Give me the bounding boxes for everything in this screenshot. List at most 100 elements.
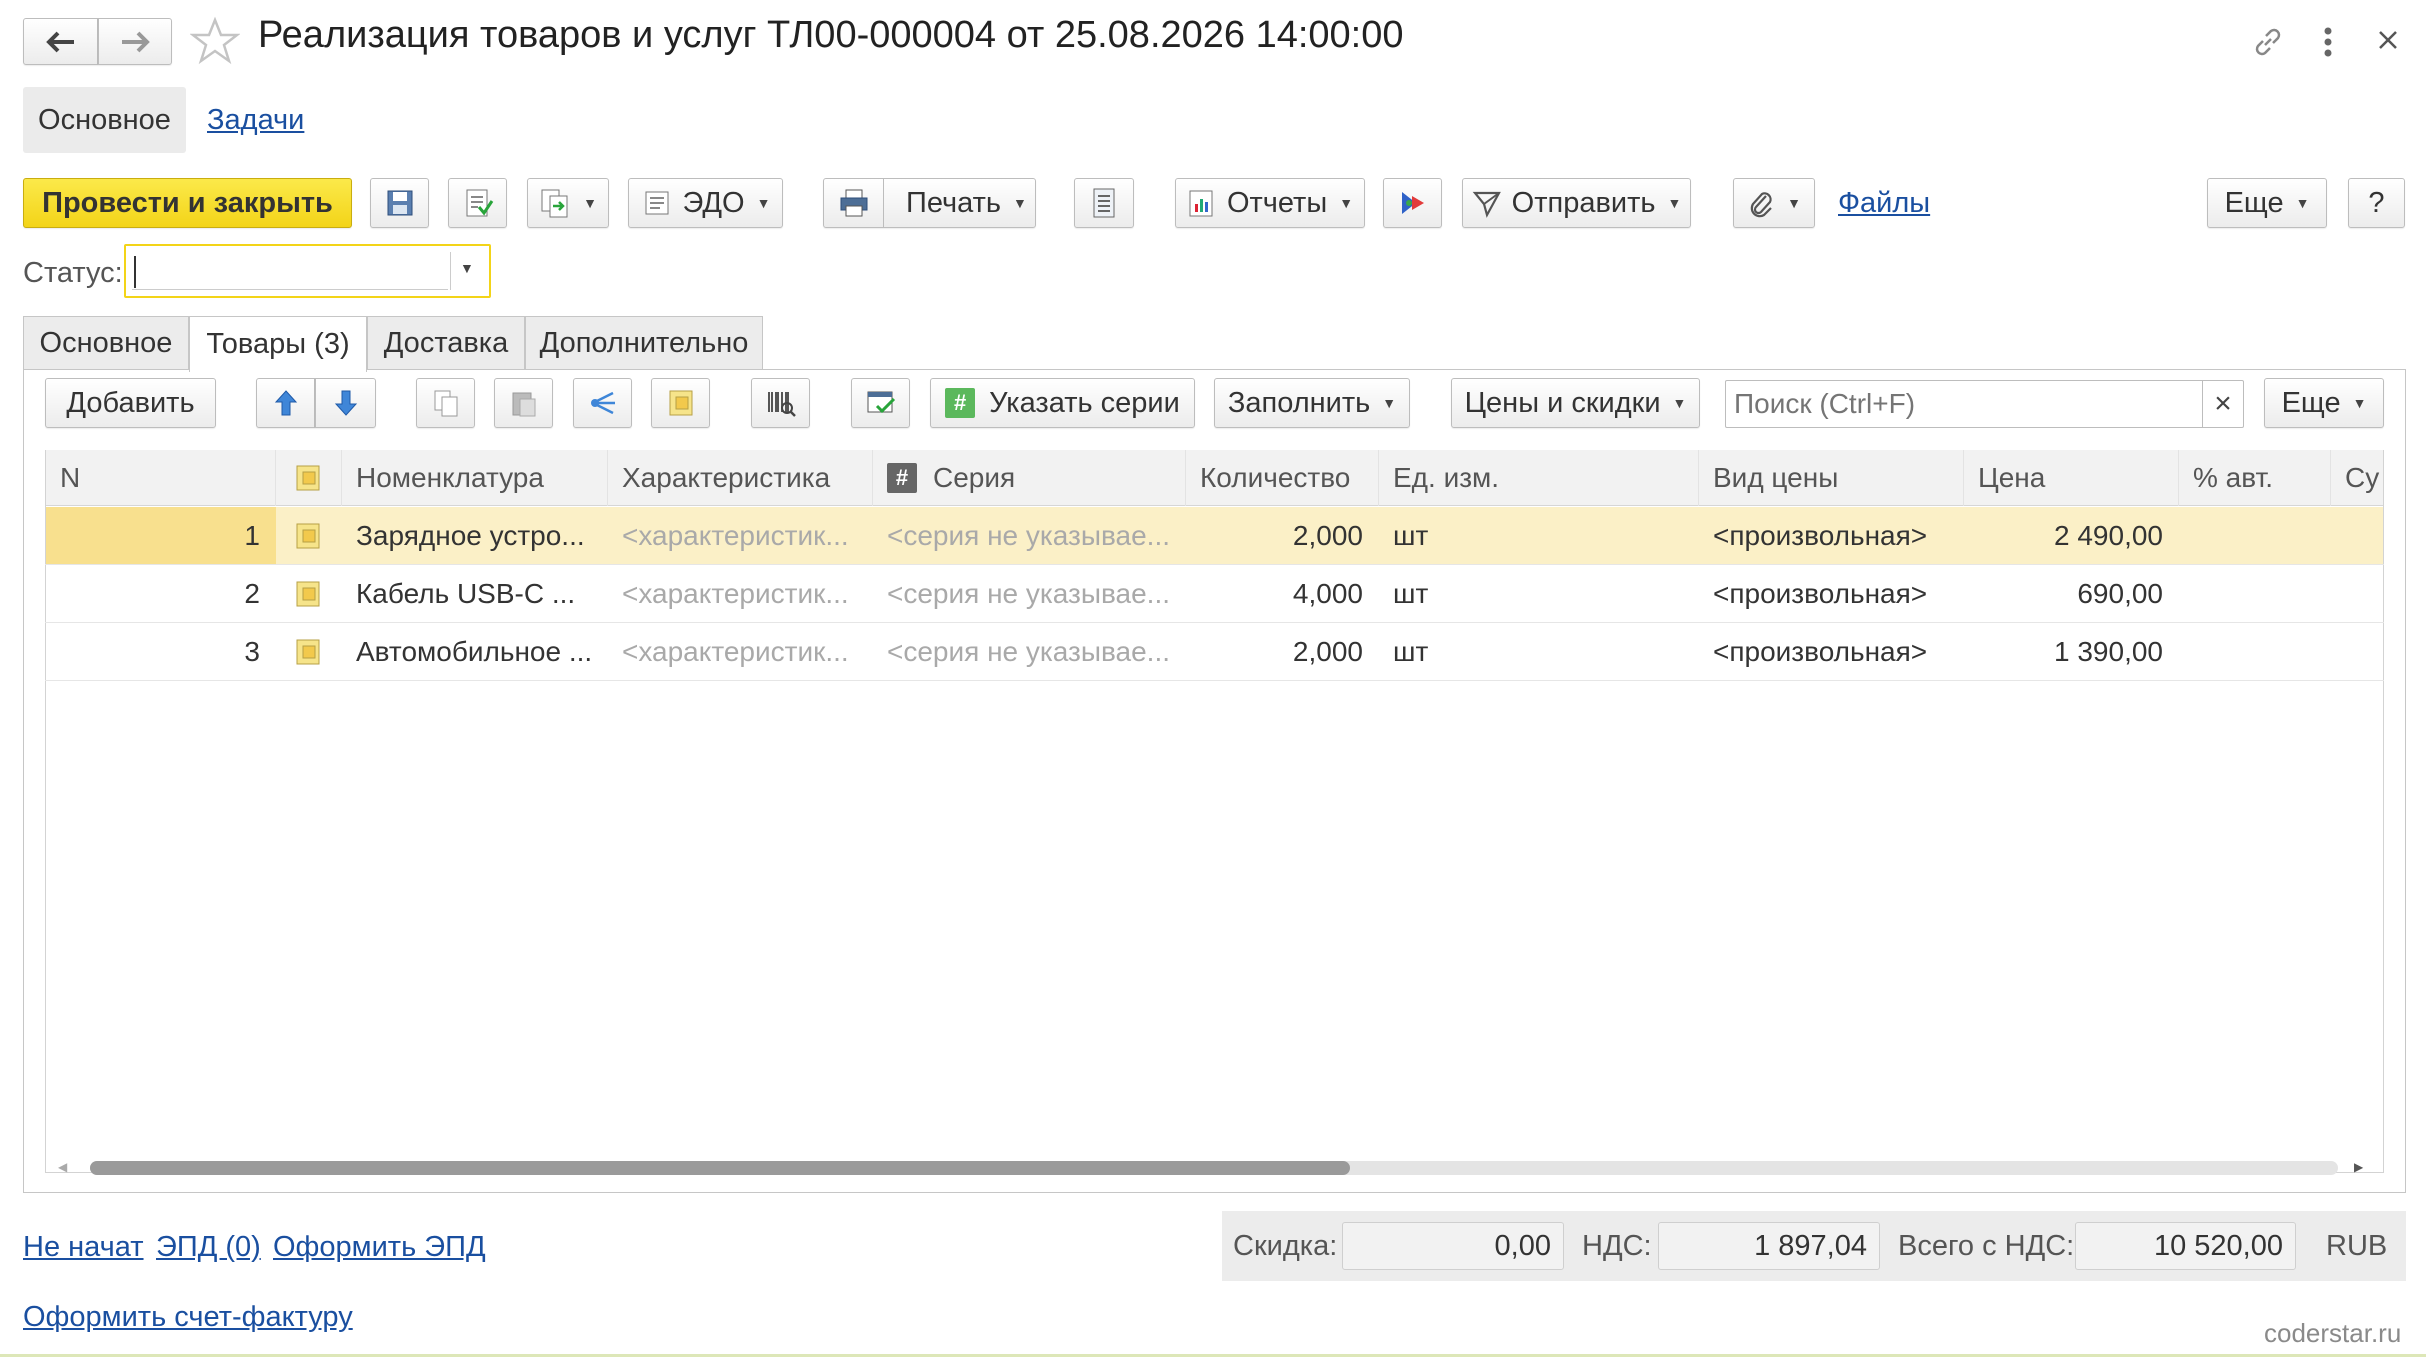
column-header-n[interactable]: N [46,450,276,506]
post-document-icon [466,189,493,217]
search-input[interactable] [1726,381,2202,427]
vat-field: 1 897,04 [1658,1222,1880,1270]
back-button[interactable] [23,18,98,65]
chevron-down-icon: ▼ [1339,195,1354,211]
row-series[interactable]: <серия не указывае... [873,565,1186,622]
column-header-quantity[interactable]: Количество [1186,450,1379,506]
column-header-price-type[interactable]: Вид цены [1699,450,1964,506]
status-input[interactable] [132,252,448,290]
chevron-down-icon: ▼ [1013,195,1027,211]
paste-button[interactable] [494,378,553,428]
row-price[interactable]: 1 390,00 [1964,623,2179,680]
specify-series-button[interactable]: # Указать серии [930,378,1195,428]
row-nomenclature[interactable]: Автомобильное ... [342,623,608,680]
journal-button[interactable] [1074,178,1134,228]
row-characteristic[interactable]: <характеристик... [608,507,873,564]
tab-additional[interactable]: Дополнительно [525,316,763,370]
column-header-nomenclature[interactable]: Номенклатура [342,450,608,506]
save-button[interactable] [370,178,429,228]
barcode-button[interactable] [751,378,810,428]
row-series[interactable]: <серия не указывае... [873,623,1186,680]
row-quantity[interactable]: 2,000 [1186,507,1379,564]
nav-main-label: Основное [38,103,171,136]
post-button[interactable] [448,178,507,228]
column-header-auto-percent[interactable]: % авт. [2179,450,2331,506]
help-button[interactable]: ? [2348,178,2405,228]
print-button[interactable]: Печать ▼ [823,178,1036,228]
row-quantity[interactable]: 2,000 [1186,623,1379,680]
chevron-down-icon[interactable]: ▼ [460,260,474,276]
row-price-type[interactable]: <произвольная> [1699,565,1964,622]
make-epd-link[interactable]: Оформить ЭПД [273,1231,486,1264]
attach-button[interactable]: ▼ [1733,178,1815,228]
tab-goods[interactable]: Товары (3) [189,316,367,372]
row-characteristic[interactable]: <характеристик... [608,565,873,622]
row-price-type[interactable]: <произвольная> [1699,507,1964,564]
make-invoice-link[interactable]: Оформить счет-фактуру [23,1301,353,1334]
row-price[interactable]: 690,00 [1964,565,2179,622]
link-icon[interactable] [2250,24,2286,60]
currency-label: RUB [2326,1229,2388,1262]
row-auto-percent[interactable] [2179,565,2331,622]
files-link[interactable]: Файлы [1838,187,1930,220]
favorite-star-icon[interactable] [189,16,241,66]
row-characteristic[interactable]: <характеристик... [608,623,873,680]
copy-button[interactable] [416,378,475,428]
row-nomenclature[interactable]: Кабель USB-C ... [342,565,608,622]
close-icon[interactable] [2372,24,2404,56]
nav-main[interactable]: Основное [23,87,186,153]
horizontal-scrollbar-thumb[interactable] [90,1161,1350,1175]
column-header-unit[interactable]: Ед. изм. [1379,450,1699,506]
row-unit[interactable]: шт [1379,565,1699,622]
column-header-sum[interactable]: Су [2331,450,2383,506]
fill-button[interactable]: Заполнить ▼ [1214,378,1410,428]
prices-discounts-button[interactable]: Цены и скидки ▼ [1451,378,1700,428]
column-header-series[interactable]: # Серия [873,450,1186,506]
edo-button[interactable]: ЭДО ▼ [628,178,783,228]
epd-link[interactable]: ЭПД (0) [156,1231,261,1264]
more-button[interactable]: Еще ▼ [2207,178,2327,228]
workflow-button[interactable] [1383,178,1442,228]
printer-icon [840,189,867,217]
row-series[interactable]: <серия не указывае... [873,507,1186,564]
column-header-characteristic[interactable]: Характеристика [608,450,873,506]
send-button[interactable]: Отправить ▼ [1462,178,1691,228]
reports-button[interactable]: Отчеты ▼ [1175,178,1365,228]
tab-main-label: Основное [39,327,173,359]
clear-search-icon[interactable]: × [2203,381,2243,427]
scroll-right-arrow[interactable]: ▶ [2354,1160,2363,1174]
post-and-close-button[interactable]: Провести и закрыть [23,178,352,228]
text-cursor [134,256,136,288]
row-quantity[interactable]: 4,000 [1186,565,1379,622]
tab-main[interactable]: Основное [23,316,189,370]
table-more-button[interactable]: Еще ▼ [2264,378,2384,428]
split-button[interactable] [573,378,632,428]
row-unit[interactable]: шт [1379,623,1699,680]
row-price[interactable]: 2 490,00 [1964,507,2179,564]
column-header-price[interactable]: Цена [1964,450,2179,506]
status-field[interactable]: ▼ [124,244,491,298]
more-vert-icon[interactable] [2318,22,2338,62]
row-auto-percent[interactable] [2179,507,2331,564]
print-label: Печать [906,186,1002,219]
move-up-button[interactable] [256,378,315,428]
check-button[interactable] [851,378,910,428]
save-icon [387,190,412,216]
tab-delivery[interactable]: Доставка [367,316,525,370]
row-nomenclature[interactable]: Зарядное устро... [342,507,608,564]
nav-tasks[interactable]: Задачи [207,104,304,137]
journal-icon [1093,188,1115,218]
row-unit[interactable]: шт [1379,507,1699,564]
create-based-on-button[interactable]: ▼ [527,178,609,228]
forward-button[interactable] [98,18,172,65]
move-down-button[interactable] [315,378,376,428]
add-row-button[interactable]: Добавить [45,378,216,428]
scroll-left-arrow[interactable]: ◀ [58,1160,67,1174]
pick-goods-button[interactable] [651,378,710,428]
row-price-type[interactable]: <произвольная> [1699,623,1964,680]
send-label: Отправить [1511,186,1656,219]
row-auto-percent[interactable] [2179,623,2331,680]
chevron-down-icon: ▼ [756,195,771,211]
column-header-pick-icon[interactable] [276,450,342,506]
not-started-link[interactable]: Не начат [23,1231,144,1264]
